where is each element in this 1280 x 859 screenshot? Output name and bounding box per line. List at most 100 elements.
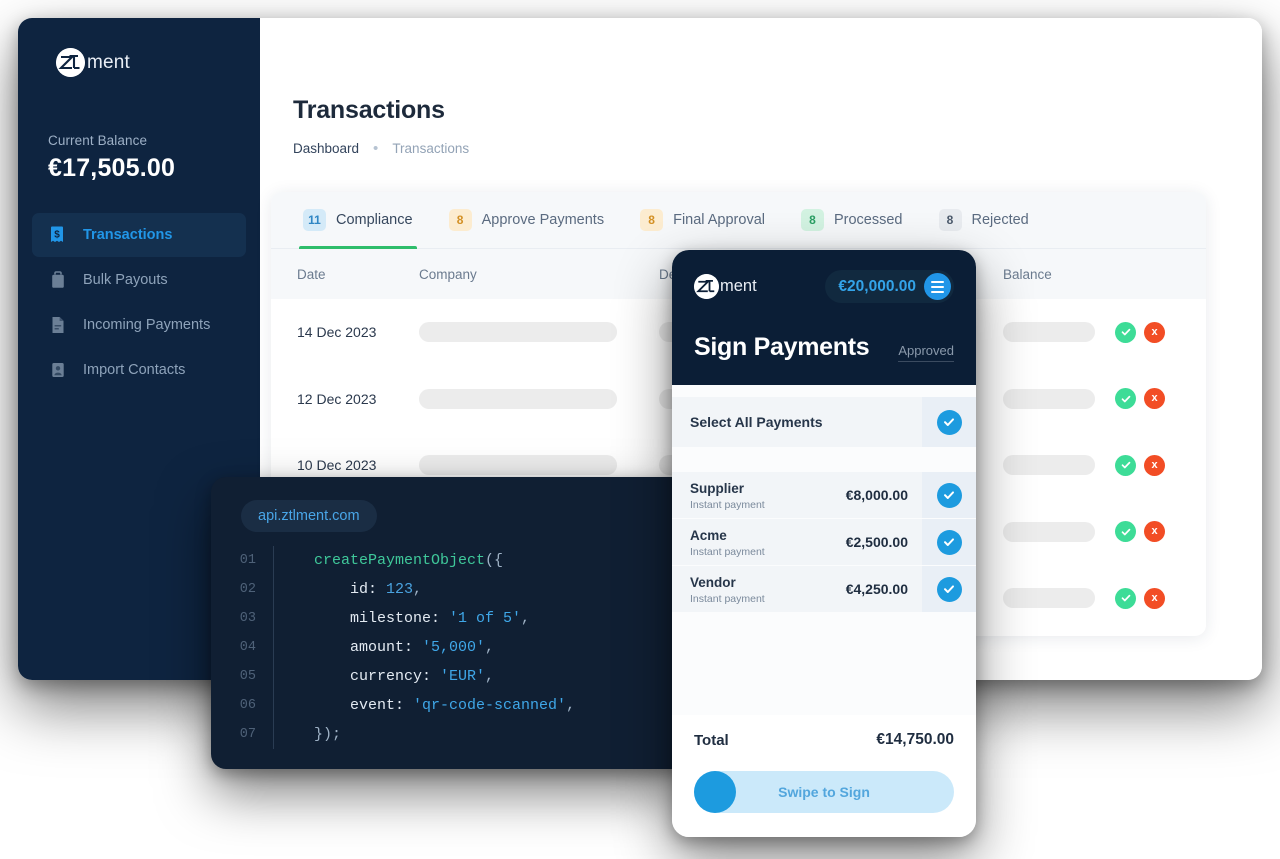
swipe-to-sign-slider[interactable]: Swipe to Sign <box>694 771 954 813</box>
sidebar-item-transactions[interactable]: $ Transactions <box>32 213 246 257</box>
phone-body: Select All Payments Supplier Instant pay… <box>672 385 976 715</box>
cell-company-placeholder <box>419 322 659 343</box>
code-line: 07 }); <box>211 720 690 749</box>
column-header-balance: Balance <box>1003 266 1052 282</box>
person-icon <box>48 360 68 380</box>
phone-footer: Total €14,750.00 Swipe to Sign <box>672 715 976 837</box>
sidebar-nav: $ Transactions Bulk Payouts Incoming Pay… <box>18 213 260 392</box>
code-line: 04 amount: '5,000', <box>211 633 690 662</box>
payments-list: Supplier Instant payment €8,000.00 Acme … <box>672 472 976 613</box>
breadcrumb-separator: • <box>373 140 379 157</box>
code-panel: api.ztlment.com 01 createPaymentObject({… <box>211 477 690 769</box>
cell-actions: x <box>1115 587 1193 609</box>
balance-label: Current Balance <box>48 133 148 148</box>
cell-balance-placeholder <box>1003 521 1115 542</box>
receipt-dollar-icon: $ <box>48 225 68 245</box>
reject-button[interactable]: x <box>1144 587 1165 609</box>
approve-button[interactable] <box>1115 587 1136 609</box>
payment-subtitle: Instant payment <box>690 545 765 558</box>
approve-button[interactable] <box>1115 521 1136 543</box>
list-item[interactable]: Vendor Instant payment €4,250.00 <box>672 566 976 612</box>
line-number: 04 <box>239 640 256 655</box>
approve-button[interactable] <box>1115 454 1136 476</box>
code-line: 05 currency: 'EUR', <box>211 662 690 691</box>
sidebar-item-import-contacts[interactable]: Import Contacts <box>32 348 246 392</box>
select-all-label: Select All Payments <box>690 414 823 430</box>
code-text: amount: '5,000', <box>314 639 495 656</box>
cell-balance-placeholder <box>1003 455 1115 476</box>
payment-checkbox-wrap[interactable] <box>922 519 976 565</box>
tab-badge-count: 8 <box>640 209 664 231</box>
tab-rejected[interactable]: 8 Rejected <box>921 192 1047 249</box>
line-number: 05 <box>239 669 256 684</box>
column-header-date: Date <box>297 266 326 282</box>
sidebar-item-bulk-payouts[interactable]: Bulk Payouts <box>32 258 246 302</box>
payment-amount: €8,000.00 <box>845 487 908 503</box>
code-text: id: 123, <box>314 581 423 598</box>
total-amount: €14,750.00 <box>876 731 954 748</box>
cell-company-placeholder <box>419 455 659 476</box>
payment-checkbox-wrap[interactable] <box>922 472 976 518</box>
svg-text:$: $ <box>54 230 60 241</box>
reject-button[interactable]: x <box>1144 521 1165 543</box>
cell-date: 12 Dec 2023 <box>297 390 377 407</box>
balance-value: €17,505.00 <box>48 154 176 182</box>
payment-subtitle: Instant payment <box>690 498 765 511</box>
breadcrumb-dashboard[interactable]: Dashboard <box>293 141 359 156</box>
list-item[interactable]: Supplier Instant payment €8,000.00 <box>672 472 976 518</box>
check-icon[interactable] <box>936 409 962 435</box>
check-icon[interactable] <box>936 576 962 602</box>
total-row: Total €14,750.00 <box>694 731 954 749</box>
line-number: 06 <box>239 698 256 713</box>
sidebar-item-incoming-payments[interactable]: Incoming Payments <box>32 303 246 347</box>
check-icon[interactable] <box>936 529 962 555</box>
tab-final-approval[interactable]: 8 Final Approval <box>622 192 783 249</box>
api-endpoint-chip[interactable]: api.ztlment.com <box>241 500 377 532</box>
reject-button[interactable]: x <box>1144 321 1165 343</box>
reject-button[interactable]: x <box>1144 454 1165 476</box>
cell-company-placeholder <box>419 388 659 409</box>
payment-checkbox-wrap[interactable] <box>922 566 976 612</box>
payment-amount: €4,250.00 <box>845 581 908 597</box>
check-icon[interactable] <box>936 482 962 508</box>
sidebar-item-label: Transactions <box>83 227 173 243</box>
column-header-company: Company <box>419 266 477 282</box>
approve-button[interactable] <box>1115 388 1136 410</box>
code-text: createPaymentObject({ <box>314 552 504 569</box>
tab-approve-payments[interactable]: 8 Approve Payments <box>431 192 623 249</box>
ztlment-logo-icon <box>56 48 85 77</box>
sidebar-item-label: Import Contacts <box>83 362 186 378</box>
swipe-label: Swipe to Sign <box>778 784 870 800</box>
total-label: Total <box>694 731 729 749</box>
hamburger-menu-icon[interactable] <box>924 273 951 300</box>
tab-bar: 11 Compliance 8 Approve Payments 8 Final… <box>271 192 1206 249</box>
payment-name: Vendor <box>690 574 736 590</box>
code-line: 06 event: 'qr-code-scanned', <box>211 691 690 720</box>
tab-badge-count: 8 <box>448 209 472 231</box>
tab-compliance[interactable]: 11 Compliance <box>285 192 431 249</box>
breadcrumb: Dashboard • Transactions <box>293 141 1262 156</box>
phone-balance-amount: €20,000.00 <box>838 277 916 295</box>
reject-button[interactable]: x <box>1144 388 1165 410</box>
phone-balance-pill[interactable]: €20,000.00 <box>825 270 954 303</box>
cell-actions: x <box>1115 388 1193 410</box>
tab-badge-count: 8 <box>938 209 962 231</box>
payment-name: Supplier <box>690 480 745 496</box>
tab-processed[interactable]: 8 Processed <box>783 192 921 249</box>
code-line: 02 id: 123, <box>211 575 690 604</box>
select-all-checkbox-wrap[interactable] <box>922 397 976 447</box>
brand-logo: ment <box>18 18 260 77</box>
phone-brand-name: ment <box>720 277 757 295</box>
sidebar-item-label: Incoming Payments <box>83 317 211 333</box>
code-text: milestone: '1 of 5', <box>314 610 531 627</box>
code-line: 01 createPaymentObject({ <box>211 546 690 575</box>
sign-payments-phone-card: ment €20,000.00 Sign Payments Approved S… <box>672 250 976 837</box>
tab-label: Approve Payments <box>481 212 605 228</box>
approve-button[interactable] <box>1115 321 1136 343</box>
phone-header: ment €20,000.00 Sign Payments Approved <box>672 250 976 385</box>
list-item[interactable]: Acme Instant payment €2,500.00 <box>672 519 976 565</box>
line-number: 02 <box>239 582 256 597</box>
balance-block: Current Balance €17,505.00 <box>18 77 260 183</box>
tab-label: Final Approval <box>673 212 765 228</box>
select-all-payments-row[interactable]: Select All Payments <box>672 397 976 447</box>
